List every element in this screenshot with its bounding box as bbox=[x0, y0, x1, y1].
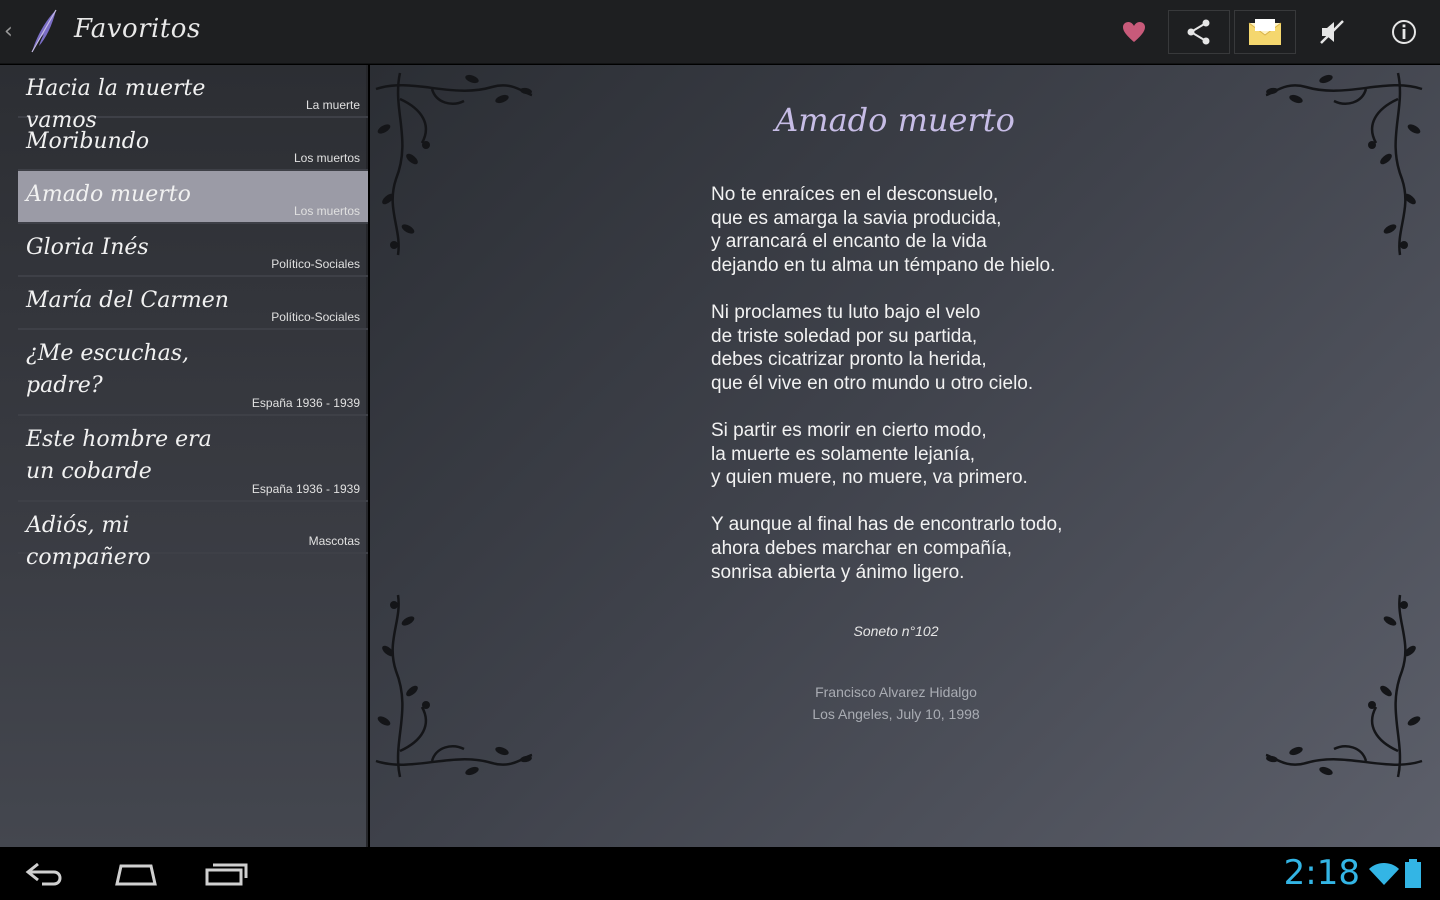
info-icon bbox=[1392, 20, 1416, 44]
poem-place-date: Los Angeles, July 10, 1998 bbox=[812, 706, 980, 722]
status-clock: 2:18 bbox=[1283, 853, 1360, 893]
home-button[interactable] bbox=[110, 857, 162, 891]
battery-icon bbox=[1405, 859, 1421, 888]
poem-line: Ni proclames tu luto bajo el velo bbox=[711, 301, 981, 323]
poem-line: dejando en tu alma un témpano de hielo. bbox=[711, 254, 1056, 276]
list-item-category: La muerte bbox=[305, 98, 360, 112]
stanza: No te enraíces en el desconsuelo, que es… bbox=[711, 183, 1171, 277]
poem-list: Hacia la muerte vamos La muerte Moribund… bbox=[0, 65, 368, 847]
poem-line: ahora debes marchar en compañía, bbox=[711, 537, 1013, 559]
list-item-title: Amado muerto bbox=[26, 182, 191, 207]
list-item-category: Político-Sociales bbox=[271, 310, 360, 324]
poem-line: sonrisa abierta y ánimo ligero. bbox=[711, 561, 965, 583]
floral-ornament-top-left-icon bbox=[375, 72, 533, 256]
list-item[interactable]: Moribundo Los muertos bbox=[18, 118, 368, 171]
poem-line: la muerte es solamente lejanía, bbox=[711, 443, 976, 465]
recent-apps-icon bbox=[205, 863, 248, 886]
floral-ornament-top-right-icon bbox=[1265, 72, 1423, 256]
favorite-button[interactable] bbox=[1114, 10, 1154, 54]
info-button[interactable] bbox=[1382, 10, 1426, 54]
poem-line: Si partir es morir en cierto modo, bbox=[711, 419, 987, 441]
list-item-category: Político-Sociales bbox=[271, 257, 360, 271]
list-item[interactable]: Gloria Inés Político-Sociales bbox=[18, 224, 368, 277]
action-bar: ‹ Favoritos bbox=[0, 0, 1440, 64]
list-item-category: Los muertos bbox=[293, 151, 360, 165]
up-caret-icon[interactable]: ‹ bbox=[4, 18, 18, 46]
poem-line: Y aunque al final has de encontrarlo tod… bbox=[711, 514, 1063, 536]
sound-off-icon bbox=[1320, 20, 1344, 44]
list-item[interactable]: María del Carmen Político-Sociales bbox=[18, 277, 368, 330]
list-item-title: Adiós, mi compañero bbox=[26, 513, 151, 570]
list-item[interactable]: Hacia la muerte vamos La muerte bbox=[18, 65, 368, 133]
list-item-title: Moribundo bbox=[26, 129, 150, 154]
poem-subtitle: Soneto n°102 bbox=[853, 623, 939, 639]
email-button[interactable] bbox=[1234, 10, 1296, 54]
heart-icon bbox=[1123, 22, 1145, 42]
poem-line: de triste soledad por su partida, bbox=[711, 325, 978, 347]
poem-view: Amado muerto No te enraíces en el descon… bbox=[370, 65, 1440, 847]
wifi-icon bbox=[1369, 863, 1399, 885]
poem-line: y arrancará el encanto de la vida bbox=[711, 231, 987, 253]
poem-signature: Francisco Alvarez Hidalgo Los Angeles, J… bbox=[370, 681, 1422, 725]
share-icon bbox=[1187, 19, 1210, 45]
back-button[interactable] bbox=[20, 857, 70, 891]
stanza: Ni proclames tu luto bajo el velo de tri… bbox=[711, 301, 1171, 395]
poem-title: Amado muerto bbox=[775, 101, 1015, 139]
poem-line: que es amarga la savia producida, bbox=[711, 207, 1002, 229]
recent-apps-button[interactable] bbox=[200, 857, 252, 891]
share-button[interactable] bbox=[1168, 10, 1230, 54]
poem-body: No te enraíces en el desconsuelo, que es… bbox=[711, 183, 1171, 608]
list-item-title: María del Carmen bbox=[26, 288, 229, 313]
actionbar-title: Favoritos bbox=[74, 14, 201, 44]
system-navigation-bar: 2:18 bbox=[0, 847, 1440, 900]
mute-button[interactable] bbox=[1310, 10, 1354, 54]
list-item-title: ¿Me escuchas, padre? bbox=[26, 341, 190, 398]
list-item-category: Mascotas bbox=[308, 534, 360, 548]
poem-line: No te enraíces en el desconsuelo, bbox=[711, 184, 999, 205]
poem-author: Francisco Alvarez Hidalgo bbox=[815, 684, 977, 700]
poem-line: debes cicatrizar pronto la herida, bbox=[711, 349, 987, 371]
poem-line: y quien muere, no muere, va primero. bbox=[711, 467, 1028, 489]
back-arrow-icon bbox=[25, 862, 62, 886]
stanza: Y aunque al final has de encontrarlo tod… bbox=[711, 513, 1171, 584]
home-icon bbox=[115, 864, 157, 886]
list-item-category: España 1936 - 1939 bbox=[251, 396, 360, 410]
list-item[interactable]: Adiós, mi compañero Mascotas bbox=[18, 502, 368, 570]
envelope-icon bbox=[1248, 19, 1282, 45]
stanza: Si partir es morir en cierto modo, la mu… bbox=[711, 419, 1171, 490]
list-item-title: Gloria Inés bbox=[26, 235, 149, 260]
list-item-category: Los muertos bbox=[293, 204, 360, 218]
list-item[interactable]: ¿Me escuchas, padre? España 1936 - 1939 bbox=[18, 330, 368, 416]
quill-icon[interactable] bbox=[26, 8, 62, 56]
list-item-category: España 1936 - 1939 bbox=[251, 482, 360, 496]
list-item-selected[interactable]: Amado muerto Los muertos bbox=[18, 171, 368, 224]
list-item[interactable]: Este hombre era un cobarde España 1936 -… bbox=[18, 416, 368, 502]
list-item-title: Este hombre era un cobarde bbox=[26, 427, 212, 484]
poem-line: que él vive en otro mundo u otro cielo. bbox=[711, 372, 1034, 394]
